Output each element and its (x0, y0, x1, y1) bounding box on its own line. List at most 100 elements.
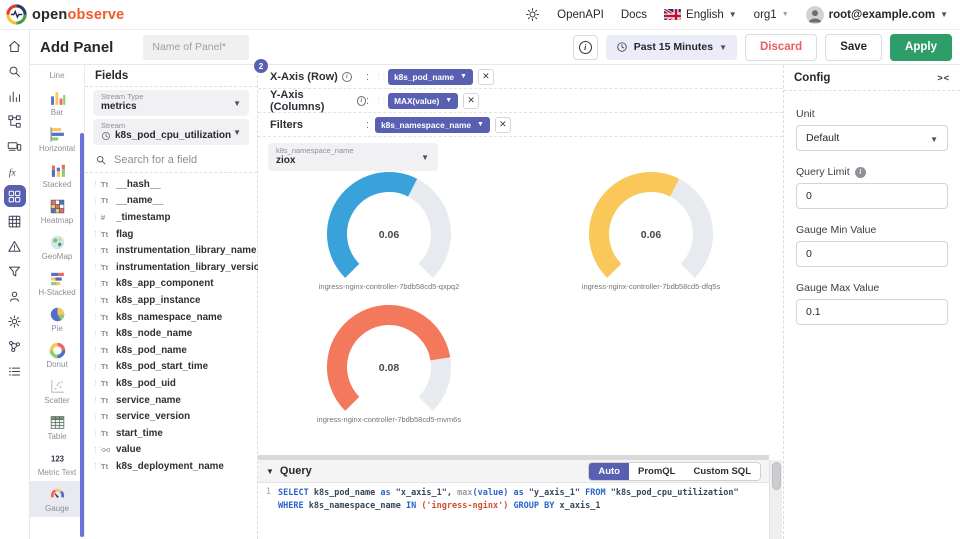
drag-handle-icon[interactable]: ⋮⋮ (92, 296, 101, 304)
drag-handle-icon[interactable]: ⋮⋮ (92, 363, 101, 371)
save-button[interactable]: Save (825, 34, 882, 61)
chart-type-scatter[interactable]: Scatter (30, 373, 84, 409)
rail-item-search-icon[interactable] (4, 60, 26, 82)
chart-type-metric-text[interactable]: 123Metric Text (30, 445, 84, 481)
chart-type-scrollbar[interactable] (80, 133, 84, 537)
remove-filter-button[interactable]: ✕ (495, 117, 511, 133)
field-item-__name__[interactable]: ⋮⋮Tt__name__ (85, 193, 257, 210)
gauge-min-input[interactable] (796, 241, 948, 267)
field-item-k8s_node_name[interactable]: ⋮⋮Ttk8s_node_name (85, 325, 257, 342)
drag-handle-icon[interactable]: ⋮⋮ (92, 330, 101, 338)
chart-type-donut[interactable]: Donut (30, 337, 84, 373)
drag-handle-icon[interactable]: ⋮⋮ (92, 346, 101, 354)
field-item-__hash__[interactable]: ⋮⋮Tt__hash__ (85, 176, 257, 193)
sql-editor[interactable]: 1 SELECT k8s_pod_name as "x_axis_1", max… (258, 483, 769, 539)
chart-type-pie[interactable]: Pie (30, 301, 84, 337)
field-search-input[interactable] (114, 154, 234, 166)
chart-type-bar[interactable]: Bar (30, 85, 84, 121)
collapse-panel-icon[interactable]: >< (937, 73, 950, 83)
theme-toggle-icon[interactable] (525, 7, 540, 22)
filter-field-chip[interactable]: k8s_namespace_name▼ (375, 117, 490, 133)
field-item-k8s_app_instance[interactable]: ⋮⋮Ttk8s_app_instance (85, 292, 257, 309)
field-item-start_time[interactable]: ⋮⋮Ttstart_time (85, 425, 257, 442)
chart-type-line[interactable]: Line (30, 65, 84, 85)
chart-type-horizontal[interactable]: Horizontal (30, 121, 84, 157)
chart-type-stacked[interactable]: Stacked (30, 157, 84, 193)
y-axis-field-chip[interactable]: MAX(value)▼ (388, 93, 458, 109)
field-item-_timestamp[interactable]: ⋮⋮#_timestamp (85, 209, 257, 226)
rail-item-grid-icon[interactable] (4, 210, 26, 232)
editor-scrollbar[interactable] (769, 460, 782, 539)
query-tab-auto[interactable]: Auto (589, 463, 629, 480)
drag-handle-icon[interactable]: ⋮⋮ (92, 213, 101, 221)
field-item-service_name[interactable]: ⋮⋮Ttservice_name (85, 392, 257, 409)
drag-handle-icon[interactable]: ⋮⋮ (92, 180, 101, 188)
time-range-button[interactable]: Past 15 Minutes ▼ (606, 35, 737, 60)
drag-handle-icon[interactable]: ⋮⋮ (92, 263, 101, 271)
drag-handle-icon[interactable]: ⋮⋮ (92, 197, 101, 205)
field-item-service_version[interactable]: ⋮⋮Ttservice_version (85, 408, 257, 425)
rail-item-settings-icon[interactable] (4, 310, 26, 332)
field-item-k8s_deployment_name[interactable]: ⋮⋮Ttk8s_deployment_name (85, 458, 257, 475)
query-limit-input[interactable] (796, 183, 948, 209)
rail-item-list-icon[interactable] (4, 360, 26, 382)
drag-handle-icon[interactable]: ⋮⋮ (92, 446, 101, 454)
chart-type-h-stacked[interactable]: H-Stacked (30, 265, 84, 301)
drag-handle-icon[interactable]: ⋮⋮ (92, 429, 101, 437)
field-item-value[interactable]: ⋮⋮value (85, 442, 257, 459)
gauge-max-input[interactable] (796, 299, 948, 325)
apply-button[interactable]: Apply (890, 34, 952, 61)
discard-button[interactable]: Discard (745, 34, 817, 61)
language-selector[interactable]: English ▼ (664, 9, 737, 21)
rail-item-alerts-icon[interactable] (4, 235, 26, 257)
field-item-flag[interactable]: ⋮⋮Ttflag (85, 226, 257, 243)
rail-item-filter-icon[interactable] (4, 260, 26, 282)
drag-handle-icon[interactable]: ⋮⋮ (92, 247, 101, 255)
drag-handle-icon[interactable]: ⋮⋮ (92, 396, 101, 404)
drag-handle-icon[interactable]: ⋮⋮ (92, 379, 101, 387)
panel-name-input[interactable] (143, 35, 249, 60)
scrollbar-thumb[interactable] (772, 462, 781, 490)
chart-type-heatmap[interactable]: Heatmap (30, 193, 84, 229)
x-axis-field-chip[interactable]: k8s_pod_name▼ (388, 69, 473, 85)
remove-x-axis-button[interactable]: ✕ (478, 69, 494, 85)
rail-item-dashboards-icon[interactable] (4, 185, 26, 207)
drag-handle-icon[interactable]: ⋮⋮ (92, 280, 101, 288)
drag-handle-icon[interactable]: ⋮⋮ (375, 73, 386, 81)
drag-handle-icon[interactable]: ⋮⋮ (92, 230, 101, 238)
sql-code[interactable]: SELECT k8s_pod_name as "x_axis_1", max(v… (275, 483, 769, 539)
chart-type-geomap[interactable]: GeoMap (30, 229, 84, 265)
field-item-k8s_namespace_name[interactable]: ⋮⋮Ttk8s_namespace_name (85, 309, 257, 326)
user-menu[interactable]: root@example.com ▼ (806, 6, 948, 24)
openapi-link[interactable]: OpenAPI (557, 9, 604, 21)
drag-handle-icon[interactable]: ⋮⋮ (92, 313, 101, 321)
rail-item-pipelines-icon[interactable] (4, 335, 26, 357)
docs-link[interactable]: Docs (621, 9, 647, 21)
query-tab-promql[interactable]: PromQL (629, 463, 684, 480)
info-button[interactable]: i (573, 35, 598, 60)
rail-item-devices-icon[interactable] (4, 135, 26, 157)
field-item-k8s_app_component[interactable]: ⋮⋮Ttk8s_app_component (85, 276, 257, 293)
stream-select[interactable]: Stream k8s_pod_cpu_utilization ▼ (93, 119, 249, 145)
field-item-k8s_pod_start_time[interactable]: ⋮⋮Ttk8s_pod_start_time (85, 359, 257, 376)
rail-item-home-icon[interactable] (4, 35, 26, 57)
field-item-instrumentation_library_name[interactable]: ⋮⋮Ttinstrumentation_library_name (85, 242, 257, 259)
field-item-k8s_pod_name[interactable]: ⋮⋮Ttk8s_pod_name (85, 342, 257, 359)
stream-type-select[interactable]: Stream Type metrics ▼ (93, 90, 249, 116)
rail-item-flow-icon[interactable] (4, 110, 26, 132)
rail-item-bar-chart-icon[interactable] (4, 85, 26, 107)
collapse-caret-icon[interactable]: ▼ (266, 467, 274, 476)
drag-handle-icon[interactable]: ⋮⋮ (92, 462, 101, 470)
field-item-instrumentation_library_version[interactable]: ⋮⋮Ttinstrumentation_library_version (85, 259, 257, 276)
drag-handle-icon[interactable]: ⋮⋮ (92, 413, 101, 421)
drag-handle-icon[interactable]: ⋮⋮ (375, 97, 386, 105)
rail-item-users-icon[interactable] (4, 285, 26, 307)
unit-select[interactable]: Default▼ (796, 125, 948, 151)
chart-type-table[interactable]: Table (30, 409, 84, 445)
filter-value-select[interactable]: k8s_namespace_name ziox ▼ (268, 143, 438, 171)
org-selector[interactable]: org1 ▼ (754, 9, 789, 21)
chart-type-gauge[interactable]: Gauge (30, 481, 84, 517)
rail-item-function-icon[interactable]: fx (4, 160, 26, 182)
remove-y-axis-button[interactable]: ✕ (463, 93, 479, 109)
field-item-k8s_pod_uid[interactable]: ⋮⋮Ttk8s_pod_uid (85, 375, 257, 392)
